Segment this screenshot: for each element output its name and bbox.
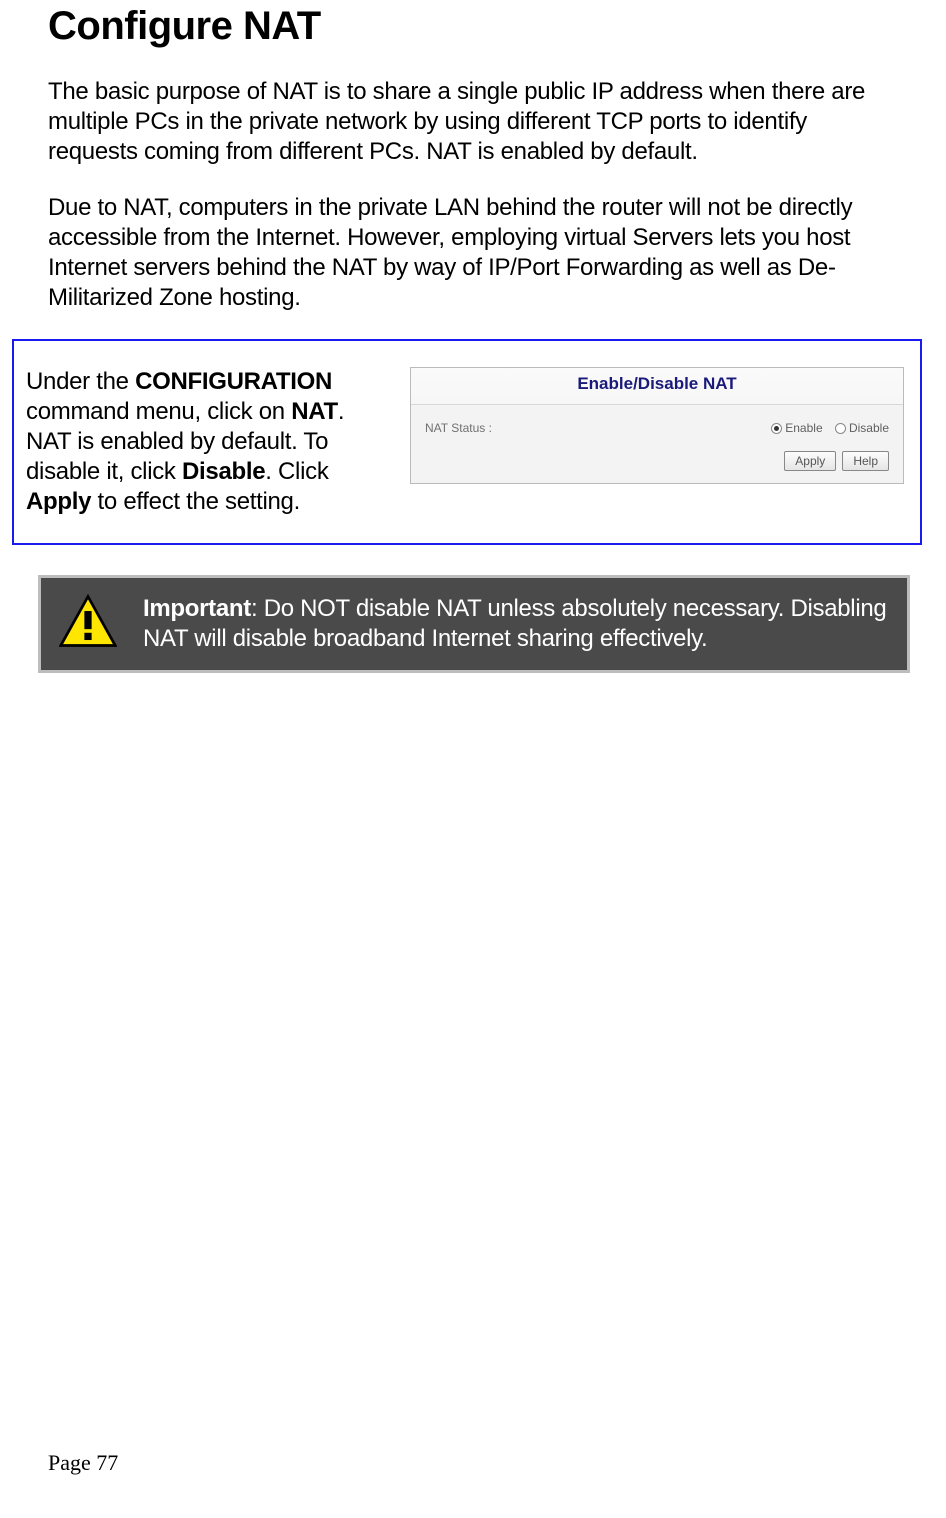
paragraph-1: The basic purpose of NAT is to share a s…: [48, 77, 898, 167]
nat-settings-panel: Enable/Disable NAT NAT Status : Enable D…: [410, 367, 904, 484]
radio-icon: [835, 423, 846, 434]
instruction-text: Under the CONFIGURATION command menu, cl…: [26, 367, 386, 517]
help-button[interactable]: Help: [842, 451, 889, 471]
text: Under the: [26, 368, 135, 395]
nat-status-row: NAT Status : Enable Disable: [425, 415, 889, 447]
text-bold: NAT: [291, 398, 338, 425]
nat-status-label: NAT Status :: [425, 421, 492, 435]
apply-button[interactable]: Apply: [784, 451, 836, 471]
text: . Click: [265, 458, 328, 485]
radio-disable-label: Disable: [849, 421, 889, 435]
instruction-callout: Under the CONFIGURATION command menu, cl…: [12, 339, 922, 545]
text-bold: Apply: [26, 488, 91, 515]
important-text: Important: Do NOT disable NAT unless abs…: [143, 594, 887, 654]
page-number: Page 77: [48, 1450, 118, 1476]
page-title: Configure NAT: [48, 0, 898, 49]
important-body: : Do NOT disable NAT unless absolutely n…: [143, 595, 886, 652]
radio-enable[interactable]: Enable: [771, 421, 823, 435]
text-bold: CONFIGURATION: [135, 368, 332, 395]
warning-icon: [59, 594, 117, 648]
radio-icon: [771, 423, 782, 434]
radio-enable-label: Enable: [785, 421, 822, 435]
text-bold: Disable: [182, 458, 265, 485]
text: to effect the setting.: [91, 488, 300, 515]
important-callout: Important: Do NOT disable NAT unless abs…: [38, 575, 910, 673]
important-label: Important: [143, 595, 251, 622]
radio-disable[interactable]: Disable: [835, 421, 889, 435]
panel-title: Enable/Disable NAT: [411, 368, 903, 405]
text: command menu, click on: [26, 398, 291, 425]
paragraph-2: Due to NAT, computers in the private LAN…: [48, 193, 898, 313]
